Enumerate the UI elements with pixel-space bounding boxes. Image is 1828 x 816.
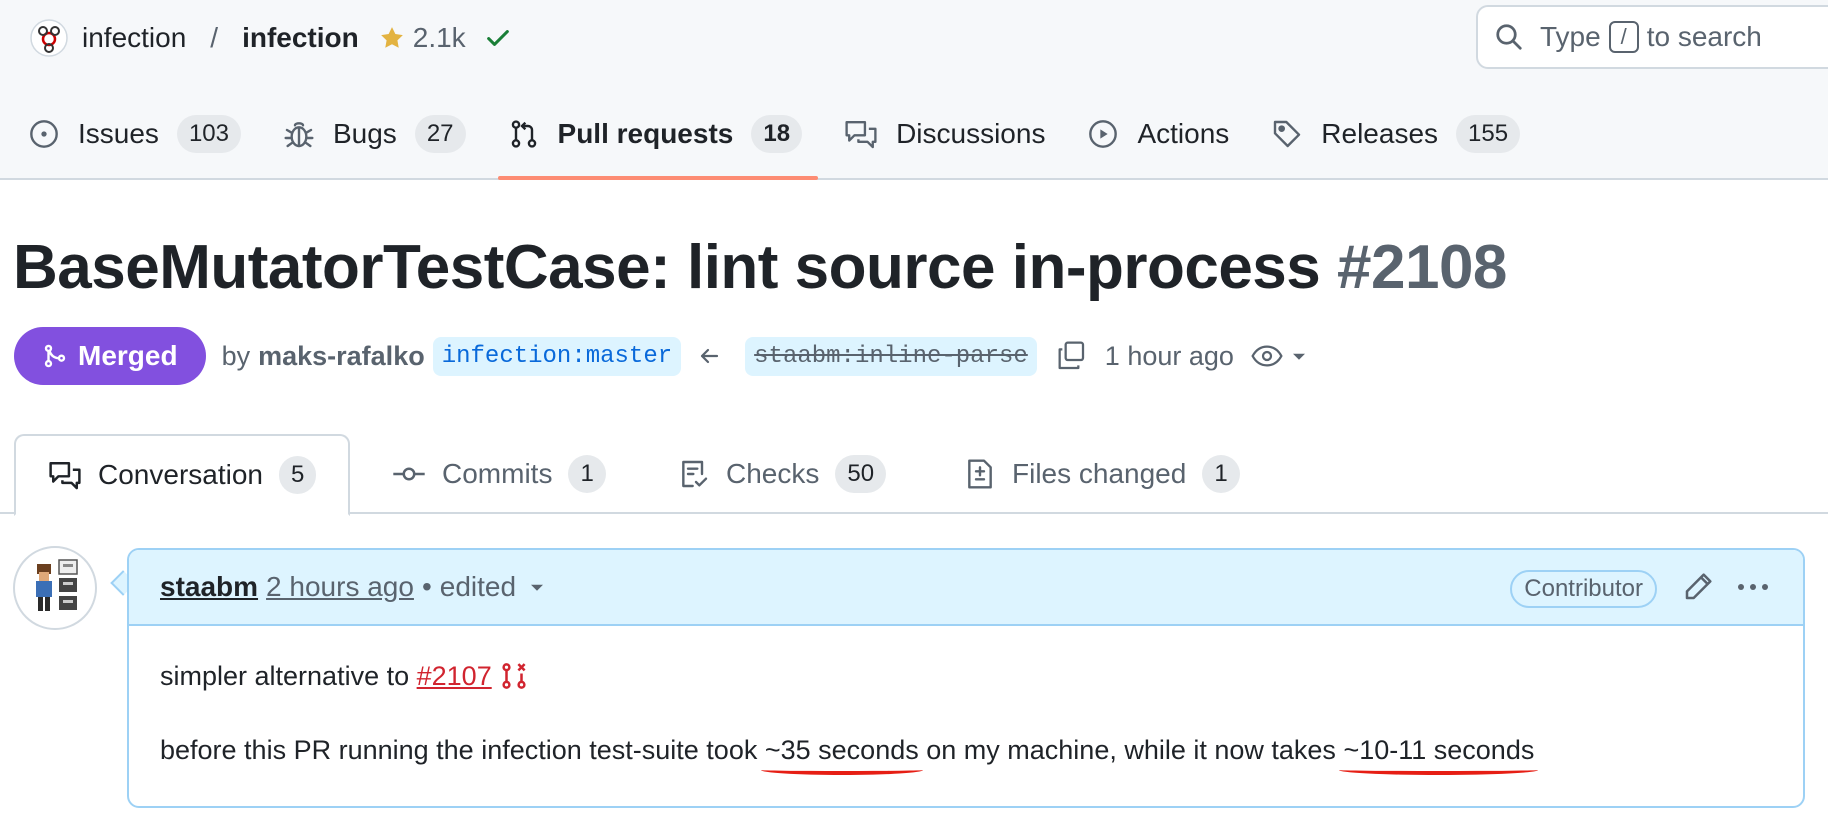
issue-link[interactable]: #2107 xyxy=(417,661,492,691)
breadcrumb-separator: / xyxy=(210,22,219,53)
base-branch[interactable]: infection:master xyxy=(432,336,682,376)
copy-icon[interactable] xyxy=(1055,340,1087,372)
nav-releases-count: 155 xyxy=(1456,115,1521,153)
search-shortcut-key: / xyxy=(1608,21,1639,53)
highlight-before: ~35 seconds xyxy=(764,735,919,765)
eye-icon[interactable] xyxy=(1250,341,1308,371)
merged-label: Merged xyxy=(78,340,178,371)
git-commit-icon xyxy=(393,467,425,481)
owner-avatar[interactable] xyxy=(30,19,68,57)
comment-line-2-text-a: before this PR running the infection tes… xyxy=(160,735,758,765)
nav-issues-count: 103 xyxy=(176,115,241,153)
check-icon xyxy=(484,24,512,52)
comment-body: simpler alternative to #2107 before this… xyxy=(129,626,1803,800)
nav-discussions-label: Discussions xyxy=(896,118,1046,149)
merged-badge: Merged xyxy=(14,327,206,385)
chevron-down-icon[interactable] xyxy=(528,578,546,596)
tab-commits-count: 1 xyxy=(568,455,606,493)
nav-releases[interactable]: Releases 155 xyxy=(1257,104,1534,164)
tab-files-changed-count: 1 xyxy=(1202,455,1240,493)
pr-author-link[interactable]: maks-rafalko xyxy=(258,341,425,372)
tab-files-changed-label: Files changed xyxy=(1012,458,1187,489)
tab-commits[interactable]: Commits 1 xyxy=(392,434,606,514)
git-pull-request-icon xyxy=(511,120,536,148)
nav-bugs-label: Bugs xyxy=(332,118,397,149)
nav-pull-requests[interactable]: Pull requests 18 xyxy=(494,104,818,180)
play-icon xyxy=(1089,120,1118,148)
pr-meta: Merged by maks-rafalko infection:master … xyxy=(14,326,1308,386)
chevron-down-icon xyxy=(1292,353,1305,360)
pr-tabs: Conversation 5 Commits 1 Checks 50 Files… xyxy=(0,434,1828,516)
comment-line-2-text-b: on my machine, while it now takes xyxy=(926,735,1336,765)
head-branch[interactable]: staabm:inline-parse xyxy=(745,336,1037,376)
issue-opened-icon xyxy=(30,120,58,148)
pr-title-text: BaseMutatorTestCase: lint source in-proc… xyxy=(13,233,1321,302)
search-input[interactable]: Type / to search xyxy=(1476,5,1828,69)
nav-pull-requests-label: Pull requests xyxy=(557,118,734,149)
file-diff-icon xyxy=(968,459,992,489)
nav-discussions[interactable]: Discussions xyxy=(830,104,1059,164)
comment-box: staabm 2 hours ago • edited Contributor … xyxy=(127,548,1805,808)
nav-actions-label: Actions xyxy=(1137,118,1230,149)
repo-owner-link[interactable]: infection xyxy=(82,22,186,54)
nav-releases-label: Releases xyxy=(1321,118,1439,149)
contributor-badge: Contributor xyxy=(1510,570,1657,608)
repo-nav: Issues 103 Bugs 27 Pull requests 18 Disc… xyxy=(0,104,1534,180)
nav-issues-label: Issues xyxy=(78,118,159,149)
pr-by-label: by xyxy=(221,340,251,371)
git-pull-request-closed-icon xyxy=(502,663,526,689)
repo-name-link[interactable]: infection xyxy=(242,22,359,54)
checklist-icon xyxy=(682,460,708,488)
avatar[interactable] xyxy=(13,546,97,630)
search-icon xyxy=(1496,24,1522,50)
tab-conversation[interactable]: Conversation 5 xyxy=(14,434,351,516)
tag-icon xyxy=(1274,120,1301,148)
tab-files-changed[interactable]: Files changed 1 xyxy=(964,434,1240,514)
star-icon xyxy=(379,25,405,51)
pr-time: 1 hour ago xyxy=(1104,340,1234,371)
nav-bugs[interactable]: Bugs 27 xyxy=(269,104,480,164)
comment-discussion-icon xyxy=(49,461,81,490)
comment-time-link[interactable]: 2 hours ago xyxy=(266,571,414,603)
nav-actions[interactable]: Actions xyxy=(1073,104,1243,164)
arrow-left-icon xyxy=(697,344,721,368)
search-placeholder-prefix: Type xyxy=(1540,21,1601,52)
comment-line-2: before this PR running the infection tes… xyxy=(160,726,1772,774)
nav-bugs-count: 27 xyxy=(414,115,466,153)
search-placeholder-suffix: to search xyxy=(1646,21,1762,52)
pr-title: BaseMutatorTestCase: lint source in-proc… xyxy=(13,232,1507,303)
comment-line-1: simpler alternative to #2107 xyxy=(160,652,1772,700)
comment-header: staabm 2 hours ago • edited Contributor xyxy=(129,550,1803,626)
comment-dot-separator: • xyxy=(421,571,432,602)
comment-edited-label[interactable]: edited xyxy=(440,571,516,603)
nav-issues[interactable]: Issues 103 xyxy=(14,104,255,164)
highlight-after: ~10-11 seconds xyxy=(1343,735,1535,765)
bug-icon xyxy=(284,122,314,148)
kebab-horizontal-icon[interactable] xyxy=(1735,572,1771,602)
nav-pull-requests-count: 18 xyxy=(751,115,803,153)
pencil-icon[interactable] xyxy=(1683,570,1715,602)
git-merge-icon xyxy=(44,344,66,368)
comment-line-1-text: simpler alternative to xyxy=(160,661,410,691)
repo-header: infection / infection 2.1k Type / to sea… xyxy=(0,0,1828,180)
repo-breadcrumb: infection / infection 2.1k xyxy=(30,16,512,60)
tab-conversation-count: 5 xyxy=(278,456,317,494)
tab-checks-label: Checks xyxy=(726,458,820,489)
comment-author-link[interactable]: staabm xyxy=(160,571,258,603)
tab-checks-count: 50 xyxy=(835,455,887,493)
comment-discussion-icon xyxy=(845,121,877,149)
pr-number: #2108 xyxy=(1337,233,1507,302)
tab-commits-label: Commits xyxy=(442,458,553,489)
tab-conversation-label: Conversation xyxy=(98,459,263,490)
star-count[interactable]: 2.1k xyxy=(413,22,466,54)
tab-checks[interactable]: Checks 50 xyxy=(678,434,887,514)
